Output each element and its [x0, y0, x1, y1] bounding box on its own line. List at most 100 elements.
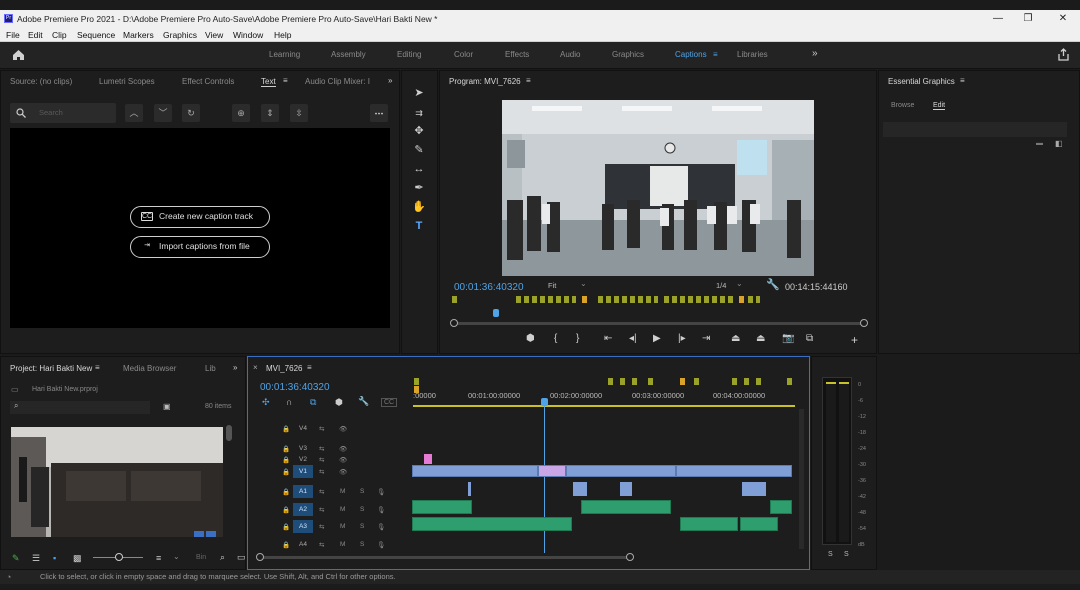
go-to-out-icon[interactable]: ⇥	[702, 333, 710, 344]
razor-tool-icon[interactable]: ✎	[411, 143, 427, 157]
track-label[interactable]: A1	[293, 485, 313, 498]
marker[interactable]	[680, 378, 685, 385]
sync-lock-icon[interactable]: ⇆	[319, 425, 324, 433]
project-menu-icon[interactable]: ≡	[95, 363, 100, 372]
workspace-captions[interactable]: Captions	[675, 50, 707, 59]
lock-icon[interactable]: 🔒	[282, 541, 290, 549]
mute-button[interactable]: M	[340, 506, 345, 513]
merge-captions-icon[interactable]: ⇳	[290, 104, 308, 122]
audio-clip-a1[interactable]	[742, 482, 766, 496]
import-captions-button[interactable]: ⇥ Import captions from file	[130, 236, 270, 258]
audio-clip-a2[interactable]	[581, 500, 671, 514]
microphone-icon[interactable]: 🎙	[377, 488, 385, 496]
workspace-learning[interactable]: Learning	[269, 50, 300, 59]
work-area-bar[interactable]	[413, 405, 795, 407]
mute-button[interactable]: M	[340, 541, 345, 548]
marker[interactable]	[452, 296, 457, 303]
marker[interactable]	[744, 378, 749, 385]
audio-clip-a3[interactable]	[740, 517, 778, 531]
track-label[interactable]: A4	[293, 538, 313, 551]
icon-view-icon[interactable]: ▪	[53, 553, 56, 563]
video-clip-fx[interactable]	[538, 465, 566, 477]
timeline-vertical-scrollbar[interactable]	[799, 409, 804, 549]
sync-lock-icon[interactable]: ⇆	[319, 488, 324, 496]
tab-edit[interactable]: Edit	[933, 102, 946, 110]
marker[interactable]	[582, 296, 587, 303]
timeline-timecode[interactable]: 00:01:36:40320	[260, 382, 330, 393]
export-frame-icon[interactable]: 📷	[782, 333, 794, 344]
sync-lock-icon[interactable]: ⇆	[319, 506, 324, 514]
close-icon[interactable]: ✕	[1048, 10, 1078, 28]
solo-button[interactable]: S	[360, 506, 364, 513]
solo-button[interactable]: S	[360, 541, 364, 548]
lock-icon[interactable]: 🔒	[282, 456, 290, 464]
tab-effect-controls[interactable]: Effect Controls	[182, 77, 234, 86]
mute-button[interactable]: M	[340, 523, 345, 530]
mark-in-icon[interactable]: {	[554, 333, 557, 344]
snap-icon[interactable]: ✣	[262, 397, 270, 408]
graphic-clip-v2[interactable]	[424, 454, 432, 464]
chevron-up-icon[interactable]: ︿	[125, 104, 143, 122]
eye-icon[interactable]: 👁	[339, 468, 347, 476]
marker[interactable]	[648, 378, 653, 385]
minimize-icon[interactable]: —	[983, 10, 1013, 28]
mark-out-icon[interactable]: }	[576, 333, 579, 344]
sync-lock-icon[interactable]: ⇆	[319, 523, 324, 531]
maximize-icon[interactable]: ❐	[1013, 10, 1043, 28]
menu-window[interactable]: Window	[233, 28, 263, 42]
essential-graphics-menu-icon[interactable]: ≡	[960, 76, 965, 85]
microphone-icon[interactable]: 🎙	[377, 506, 385, 514]
menu-help[interactable]: Help	[274, 28, 291, 42]
tab-media-browser[interactable]: Media Browser	[123, 364, 176, 373]
sequence-tab[interactable]: MVI_7626	[266, 364, 302, 373]
tab-text[interactable]: Text	[261, 77, 276, 87]
track-label[interactable]: A3	[293, 520, 313, 533]
tab-project[interactable]: Project: Hari Bakti New	[10, 364, 92, 373]
playhead-handle[interactable]	[493, 309, 499, 317]
folder-icon[interactable]: ▬	[1036, 140, 1043, 147]
marker-group[interactable]	[598, 296, 658, 303]
close-sequence-icon[interactable]: ×	[253, 363, 258, 372]
audio-clip-a3[interactable]	[412, 517, 572, 531]
sequence-menu-icon[interactable]: ≡	[307, 363, 312, 372]
program-title[interactable]: Program: MVI_7626	[449, 77, 521, 86]
track-label[interactable]: V1	[293, 465, 313, 478]
add-marker-icon[interactable]: ⬢	[335, 397, 343, 408]
chevron-down-icon[interactable]: ﹀	[154, 104, 172, 122]
tab-lumetri-scopes[interactable]: Lumetri Scopes	[99, 77, 155, 86]
workspace-color[interactable]: Color	[454, 50, 473, 59]
audio-clip-a1[interactable]	[468, 482, 471, 496]
new-item-icon[interactable]: ▭	[237, 552, 246, 563]
workspace-audio[interactable]: Audio	[560, 50, 580, 59]
more-options-icon[interactable]: ⋯	[370, 104, 388, 122]
microphone-icon[interactable]: 🎙	[377, 541, 385, 549]
new-bin-icon[interactable]: ▣	[163, 402, 171, 411]
video-clip[interactable]	[676, 465, 792, 477]
marker-group[interactable]	[664, 296, 734, 303]
sync-lock-icon[interactable]: ⇆	[319, 468, 324, 476]
meter-solo-right[interactable]: S	[844, 551, 849, 558]
project-overflow-icon[interactable]: »	[233, 363, 237, 372]
solo-button[interactable]: S	[360, 488, 364, 495]
tab-menu-icon[interactable]: ≡	[283, 76, 288, 85]
project-clip-thumbnail[interactable]	[11, 427, 223, 537]
track-label[interactable]: A2	[293, 503, 313, 516]
tab-libraries[interactable]: Lib	[205, 364, 216, 373]
selection-tool-icon[interactable]: ➤	[411, 86, 427, 100]
hand-tool-icon[interactable]: ✋	[411, 200, 427, 214]
sync-lock-icon[interactable]: ⇆	[319, 541, 324, 549]
pencil-icon[interactable]: ✎	[12, 553, 20, 564]
linked-selection-icon[interactable]: ∩	[286, 397, 292, 407]
menu-file[interactable]: File	[6, 28, 20, 42]
ripple-edit-tool-icon[interactable]: ✥	[411, 124, 427, 138]
audio-clip-a1[interactable]	[620, 482, 632, 496]
menu-edit[interactable]: Edit	[28, 28, 43, 42]
solo-button[interactable]: S	[360, 523, 364, 530]
marker[interactable]	[414, 378, 419, 385]
marker[interactable]	[632, 378, 637, 385]
menu-markers[interactable]: Markers	[123, 28, 154, 42]
project-search-input[interactable]: ⌕	[10, 401, 150, 414]
go-to-in-icon[interactable]: ⇤	[604, 333, 612, 344]
tabs-overflow-icon[interactable]: »	[388, 76, 392, 85]
essential-graphics-title[interactable]: Essential Graphics	[888, 77, 955, 86]
